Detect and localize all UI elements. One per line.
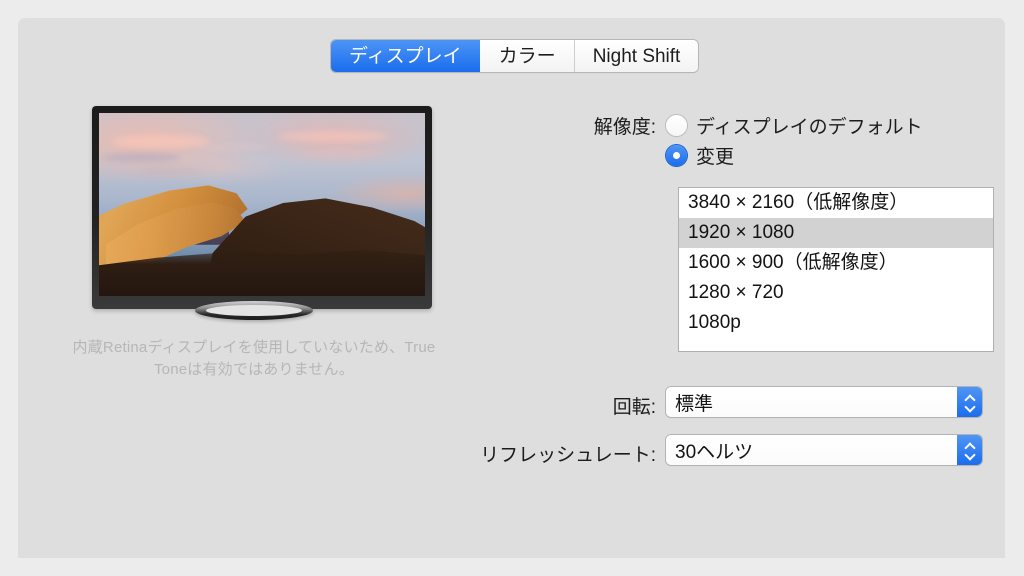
tab-display[interactable]: ディスプレイ [331,40,480,72]
chevron-up-icon [965,396,974,401]
radio-icon-scaled[interactable] [666,144,687,166]
list-item[interactable]: 1920 × 1080 [679,218,993,248]
rotation-label: 回転: [612,397,656,418]
tab-color[interactable]: カラー [479,40,574,72]
chevron-updown-icon[interactable] [957,435,982,465]
tab-night-shift[interactable]: Night Shift [573,40,699,72]
radio-label-scaled: 変更 [696,146,735,168]
chevron-up-icon [965,444,974,449]
external-display-mockup [80,106,432,320]
refresh-rate-popup-button[interactable]: 30ヘルツ [666,435,982,465]
refresh-rate-value: 30ヘルツ [675,441,754,463]
radio-label-default: ディスプレイのデフォルト [696,116,923,138]
list-item[interactable]: 3840 × 2160（低解像度） [679,188,993,218]
display-preferences-pane: ディスプレイ カラー Night Shift 内蔵Retinaディスプレイを使用… [18,18,1005,558]
refresh-rate-label: リフレッシュレート: [480,445,656,466]
display-stand-base [206,305,302,316]
tab-bar: ディスプレイ カラー Night Shift [331,40,699,72]
list-item[interactable]: 1600 × 900（低解像度） [679,248,993,278]
display-preview: 内蔵Retinaディスプレイを使用していないため、True Toneは有効ではあ… [70,106,438,381]
resolution-label: 解像度: [593,117,656,138]
resolution-radio-group: ディスプレイのデフォルト 変更 [666,110,923,170]
refresh-rate-row: リフレッシュレート: 30ヘルツ [418,435,982,467]
list-item[interactable]: 1080p [679,308,993,338]
resolution-list[interactable]: 3840 × 2160（低解像度） 1920 × 1080 1600 × 900… [678,187,994,352]
display-screen [99,113,425,296]
rotation-popup-button[interactable]: 標準 [666,387,982,417]
chevron-down-icon [965,452,974,457]
rotation-value: 標準 [675,393,714,415]
rotation-row: 回転: 標準 [448,387,982,419]
chevron-updown-icon[interactable] [957,387,982,417]
resolution-row: 解像度: ディスプレイのデフォルト 変更 [448,110,923,170]
radio-option-default[interactable]: ディスプレイのデフォルト [666,110,923,140]
display-bezel [92,106,432,309]
radio-icon-default[interactable] [666,114,687,136]
wallpaper-cloud [301,149,386,157]
true-tone-caption: 内蔵Retinaディスプレイを使用していないため、True Toneは有効ではあ… [72,339,436,378]
wallpaper-cloud [112,134,210,148]
list-item[interactable]: 1280 × 720 [679,278,993,308]
chevron-down-icon [965,404,974,409]
radio-option-scaled[interactable]: 変更 [666,140,923,170]
